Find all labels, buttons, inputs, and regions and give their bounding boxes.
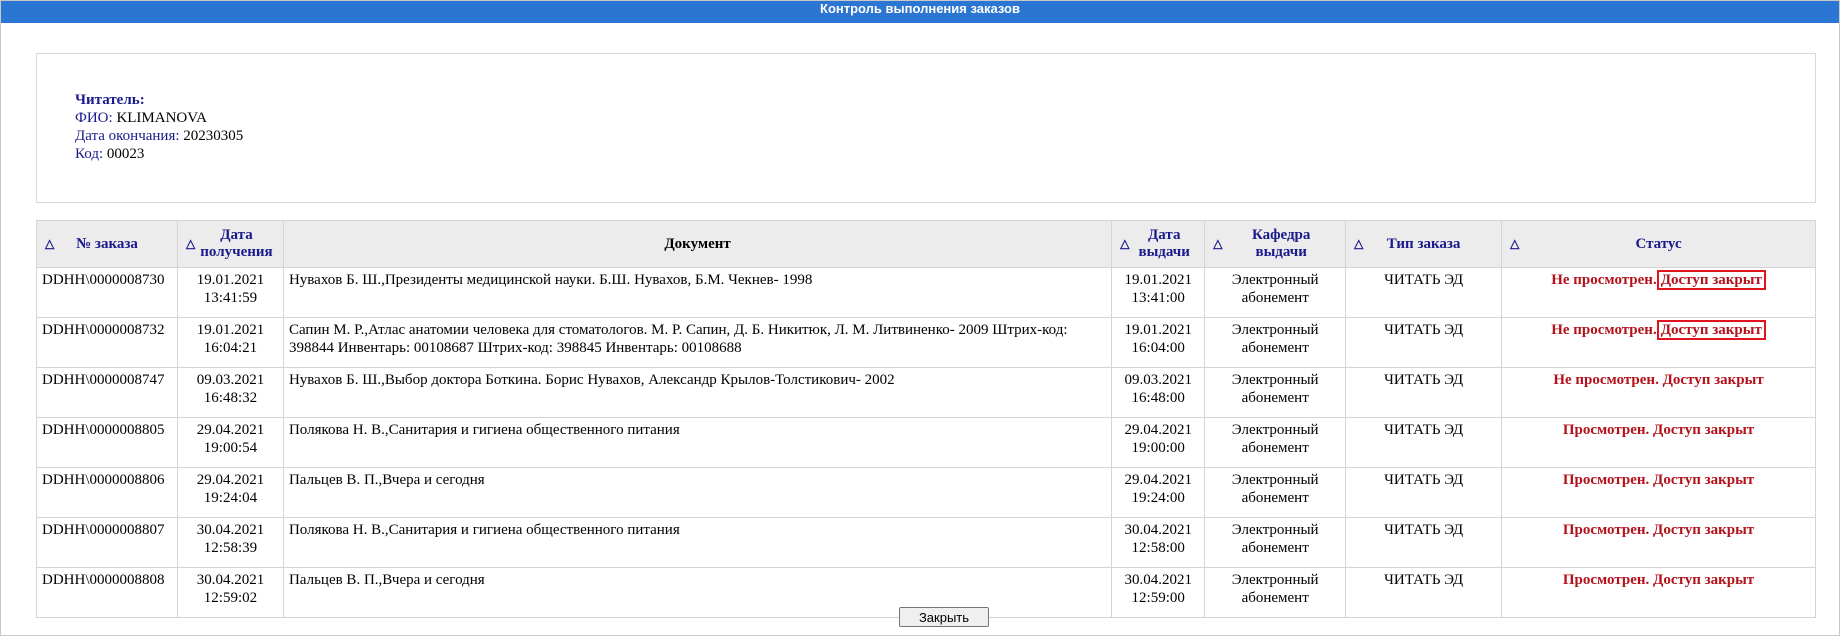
table-header-row: △ № заказа △ Дата получения Документ △ Да… (36, 220, 1816, 268)
sort-triangle-icon[interactable]: △ (1213, 237, 1222, 252)
order-status: Не просмотрен. Доступ закрыт (1501, 317, 1816, 368)
department: Электронный абонемент (1204, 267, 1347, 318)
order-status: Просмотрен. Доступ закрыт (1501, 517, 1816, 568)
issued-datetime: 29.04.2021 19:24:00 (1111, 467, 1206, 518)
order-type: ЧИТАТЬ ЭД (1345, 267, 1503, 318)
order-type: ЧИТАТЬ ЭД (1345, 567, 1503, 618)
end-date-label: Дата окончания: (75, 128, 180, 144)
orders-body: DDHH\0000008730 19.01.2021 13:41:59 Нувах… (36, 267, 1816, 618)
table-row[interactable]: DDHH\0000008805 29.04.2021 19:00:54 Поляк… (36, 417, 1816, 468)
table-row[interactable]: DDHH\0000008807 30.04.2021 12:58:39 Поляк… (36, 517, 1816, 568)
issued-datetime: 09.03.2021 16:48:00 (1111, 367, 1206, 418)
access-status: Доступ закрыт (1653, 472, 1755, 488)
view-status: Не просмотрен. (1551, 272, 1657, 288)
sort-triangle-icon[interactable]: △ (1354, 237, 1363, 252)
code-value: 00023 (106, 146, 145, 162)
order-number: DDHH\0000008732 (36, 317, 178, 368)
received-datetime: 09.03.2021 16:48:32 (176, 367, 284, 418)
view-status: Не просмотрен. (1551, 322, 1657, 338)
table-row[interactable]: DDHH\0000008732 19.01.2021 16:04:21 Сапин… (36, 317, 1816, 368)
received-datetime: 30.04.2021 12:59:02 (176, 567, 284, 618)
table-row[interactable]: DDHH\0000008747 09.03.2021 16:48:32 Нувах… (36, 367, 1816, 418)
close-button[interactable]: Закрыть (899, 607, 989, 627)
order-status: Просмотрен. Доступ закрыт (1501, 417, 1816, 468)
col-order-type[interactable]: △ Тип заказа (1345, 220, 1503, 268)
order-number: DDHH\0000008806 (36, 467, 178, 518)
order-status: Не просмотрен. Доступ закрыт (1501, 267, 1816, 318)
order-type: ЧИТАТЬ ЭД (1345, 317, 1503, 368)
received-datetime: 30.04.2021 12:58:39 (176, 517, 284, 568)
order-type: ЧИТАТЬ ЭД (1345, 517, 1503, 568)
department: Электронный абонемент (1204, 367, 1347, 418)
order-status: Просмотрен. Доступ закрыт (1501, 467, 1816, 518)
document-title: Нувахов Б. Ш.,Выбор доктора Боткина. Бор… (282, 367, 1113, 418)
order-number: DDHH\0000008807 (36, 517, 178, 568)
document-title: Нувахов Б. Ш.,Президенты медицинской нау… (282, 267, 1113, 318)
reader-heading: Читатель: (75, 92, 145, 108)
received-datetime: 29.04.2021 19:24:04 (176, 467, 284, 518)
document-title: Пальцев В. П.,Вчера и сегодня (282, 467, 1113, 518)
issued-datetime: 19.01.2021 16:04:00 (1111, 317, 1206, 368)
issued-datetime: 30.04.2021 12:58:00 (1111, 517, 1206, 568)
received-datetime: 19.01.2021 13:41:59 (176, 267, 284, 318)
view-status: Не просмотрен. (1553, 372, 1659, 388)
table-row[interactable]: DDHH\0000008730 19.01.2021 13:41:59 Нувах… (36, 267, 1816, 318)
department: Электронный абонемент (1204, 517, 1347, 568)
col-issued-date[interactable]: △ Дата выдачи (1111, 220, 1206, 268)
received-datetime: 19.01.2021 16:04:21 (176, 317, 284, 368)
access-status: Доступ закрыт (1653, 422, 1755, 438)
reader-info: Читатель: ФИО: KLIMANOVA Дата окончания:… (75, 91, 243, 163)
fio-label: ФИО: (75, 110, 113, 126)
order-status: Не просмотрен. Доступ закрыт (1501, 367, 1816, 418)
issued-datetime: 19.01.2021 13:41:00 (1111, 267, 1206, 318)
reader-info-panel: Читатель: ФИО: KLIMANOVA Дата окончания:… (36, 53, 1816, 203)
col-status[interactable]: △ Статус (1501, 220, 1816, 268)
access-status: Доступ закрыт (1662, 372, 1764, 388)
received-datetime: 29.04.2021 19:00:54 (176, 417, 284, 468)
col-document: Документ (282, 220, 1113, 268)
order-number: DDHH\0000008747 (36, 367, 178, 418)
code-label: Код: (75, 146, 104, 162)
access-status: Доступ закрыт (1653, 572, 1755, 588)
col-order-no[interactable]: △ № заказа (36, 220, 178, 268)
access-status-highlighted[interactable]: Доступ закрыт (1656, 320, 1766, 340)
orders-window: Контроль выполнения заказов Читатель: ФИ… (0, 0, 1840, 636)
col-department[interactable]: △ Кафедра выдачи (1204, 220, 1347, 268)
document-title: Полякова Н. В.,Санитария и гигиена общес… (282, 517, 1113, 568)
order-type: ЧИТАТЬ ЭД (1345, 467, 1503, 518)
document-title: Полякова Н. В.,Санитария и гигиена общес… (282, 417, 1113, 468)
order-number: DDHH\0000008805 (36, 417, 178, 468)
issued-datetime: 29.04.2021 19:00:00 (1111, 417, 1206, 468)
view-status: Просмотрен. (1562, 472, 1650, 488)
order-type: ЧИТАТЬ ЭД (1345, 417, 1503, 468)
department: Электронный абонемент (1204, 317, 1347, 368)
view-status: Просмотрен. (1562, 522, 1650, 538)
sort-triangle-icon[interactable]: △ (1510, 237, 1519, 252)
sort-triangle-icon[interactable]: △ (1120, 237, 1129, 252)
col-received-date[interactable]: △ Дата получения (176, 220, 284, 268)
department: Электронный абонемент (1204, 417, 1347, 468)
sort-triangle-icon[interactable]: △ (45, 237, 54, 252)
view-status: Просмотрен. (1562, 572, 1650, 588)
table-row[interactable]: DDHH\0000008806 29.04.2021 19:24:04 Пальц… (36, 467, 1816, 518)
department: Электронный абонемент (1204, 467, 1347, 518)
end-date-value: 20230305 (183, 128, 244, 144)
issued-datetime: 30.04.2021 12:59:00 (1111, 567, 1206, 618)
window-title: Контроль выполнения заказов (1, 1, 1839, 23)
order-number: DDHH\0000008730 (36, 267, 178, 318)
order-number: DDHH\0000008808 (36, 567, 178, 618)
view-status: Просмотрен. (1562, 422, 1650, 438)
order-status: Просмотрен. Доступ закрыт (1501, 567, 1816, 618)
access-status: Доступ закрыт (1653, 522, 1755, 538)
document-title: Сапин М. Р.,Атлас анатомии человека для … (282, 317, 1113, 368)
order-type: ЧИТАТЬ ЭД (1345, 367, 1503, 418)
department: Электронный абонемент (1204, 567, 1347, 618)
orders-table: △ № заказа △ Дата получения Документ △ Да… (36, 220, 1816, 618)
fio-value: KLIMANOVA (116, 110, 207, 126)
sort-triangle-icon[interactable]: △ (186, 237, 195, 252)
access-status-highlighted[interactable]: Доступ закрыт (1656, 270, 1766, 290)
